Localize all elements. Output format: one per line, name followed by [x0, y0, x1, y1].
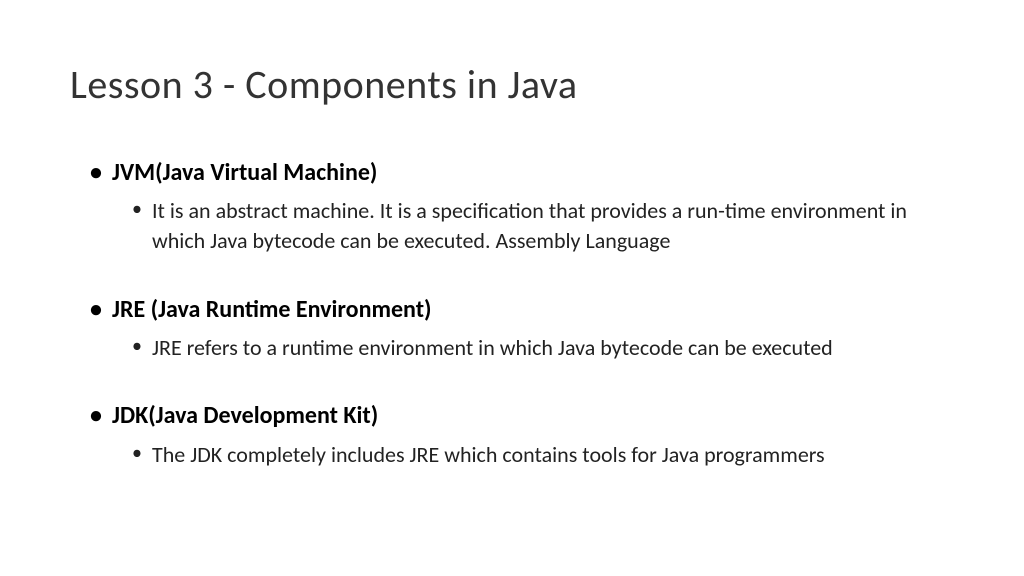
bullet-item-jvm: JVM(Java Virtual Machine) It is an abstr…	[90, 157, 954, 256]
bullet-heading: JRE (Java Runtime Environment)	[90, 294, 954, 325]
slide-title: Lesson 3 - Components in Java	[70, 60, 954, 109]
bullet-description: It is an abstract machine. It is a speci…	[90, 196, 950, 255]
slide-content: JVM(Java Virtual Machine) It is an abstr…	[70, 157, 954, 469]
bullet-heading: JVM(Java Virtual Machine)	[90, 157, 954, 188]
bullet-heading: JDK(Java Development Kit)	[90, 400, 954, 431]
bullet-description: The JDK completely includes JRE which co…	[90, 440, 950, 470]
bullet-description: JRE refers to a runtime environment in w…	[90, 333, 950, 363]
bullet-item-jdk: JDK(Java Development Kit) The JDK comple…	[90, 400, 954, 469]
bullet-item-jre: JRE (Java Runtime Environment) JRE refer…	[90, 294, 954, 363]
